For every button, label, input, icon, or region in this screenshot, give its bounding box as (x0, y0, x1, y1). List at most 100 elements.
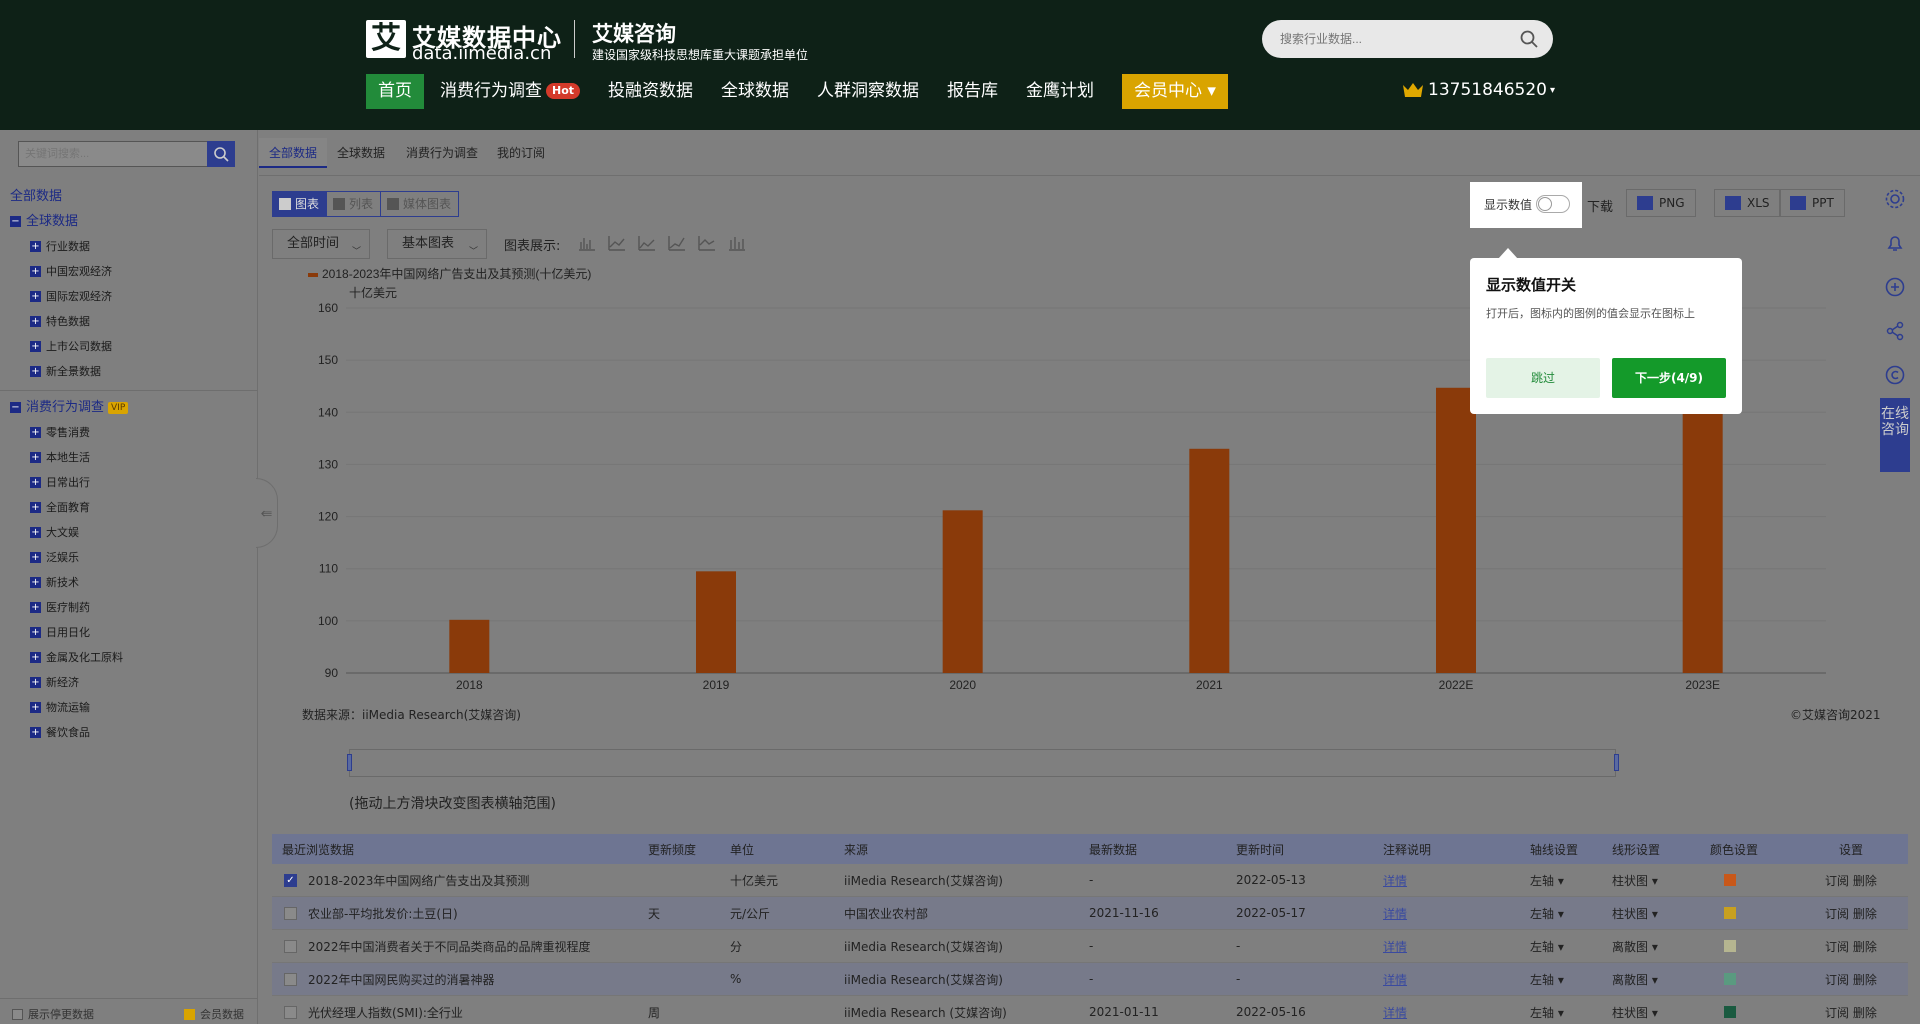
cell-actions[interactable]: 订阅 删除 (1825, 872, 1877, 889)
cell-axis[interactable]: 左轴 ▾ (1530, 872, 1564, 889)
cell-shape[interactable]: 离散图 ▾ (1612, 971, 1658, 988)
cell-axis[interactable]: 左轴 ▾ (1530, 905, 1564, 922)
color-swatch[interactable] (1724, 907, 1736, 919)
user-menu[interactable]: 13751846520 ▾ (1402, 80, 1555, 100)
range-slider-track[interactable] (349, 749, 1616, 777)
logo-icon[interactable]: 艾 (366, 20, 406, 58)
view-media-chart-button[interactable]: 媒体图表 (381, 192, 458, 216)
row-checkbox[interactable] (284, 906, 297, 920)
tree-item[interactable]: + 泛娱乐 (10, 545, 255, 570)
tree-item[interactable]: + 医疗制药 (10, 595, 255, 620)
tree-item[interactable]: + 物流运输 (10, 695, 255, 720)
tree-item[interactable]: + 新技术 (10, 570, 255, 595)
nav-golden-eagle[interactable]: 金鹰计划 (1026, 74, 1094, 109)
nav-crowd-insight[interactable]: 人群洞察数据 (817, 74, 919, 109)
row-checkbox[interactable]: ✓ (284, 873, 297, 887)
color-swatch[interactable] (1724, 973, 1736, 985)
cell-axis[interactable]: 左轴 ▾ (1530, 971, 1564, 988)
cell-actions[interactable]: 订阅 删除 (1825, 905, 1877, 922)
member-data-legend[interactable]: 会员数据 (184, 1006, 244, 1022)
cell-note[interactable]: 详情 (1383, 1004, 1407, 1021)
time-range-select[interactable]: 全部时间 ﹀ (272, 229, 370, 259)
bell-icon[interactable] (1884, 232, 1906, 254)
tree-item[interactable]: + 行业数据 (10, 234, 255, 259)
tree-item[interactable]: + 餐饮食品 (10, 720, 255, 745)
copyright-icon[interactable] (1884, 364, 1906, 386)
tab-all-data[interactable]: 全部数据 (259, 138, 328, 168)
cell-actions[interactable]: 订阅 删除 (1825, 971, 1877, 988)
add-circle-icon[interactable] (1884, 276, 1906, 298)
tree-item[interactable]: + 新经济 (10, 670, 255, 695)
show-values-switch[interactable] (1536, 195, 1570, 213)
global-search-input[interactable] (1280, 29, 1510, 49)
tree-item[interactable]: + 中国宏观经济 (10, 259, 255, 284)
cell-actions[interactable]: 订阅 删除 (1825, 938, 1877, 955)
nav-investment[interactable]: 投融资数据 (608, 74, 693, 109)
cell-shape[interactable]: 离散图 ▾ (1612, 938, 1658, 955)
tree-item[interactable]: + 日常出行 (10, 470, 255, 495)
download-xls-button[interactable]: XLS (1714, 189, 1781, 217)
nav-home[interactable]: 首页 (366, 74, 424, 109)
scatter-chart-icon[interactable] (667, 234, 687, 252)
cell-shape[interactable]: 柱状图 ▾ (1612, 872, 1658, 889)
tree-group-global[interactable]: − 全球数据 (10, 209, 255, 234)
view-chart-button[interactable]: 图表 (273, 192, 328, 216)
row-checkbox[interactable] (284, 972, 297, 986)
search-icon[interactable] (1519, 29, 1539, 49)
tree-item[interactable]: + 全面教育 (10, 495, 255, 520)
tree-item[interactable]: + 日用日化 (10, 620, 255, 645)
cell-shape[interactable]: 柱状图 ▾ (1612, 1004, 1658, 1021)
guide-skip-button[interactable]: 跳过 (1486, 358, 1600, 398)
row-checkbox[interactable] (284, 939, 297, 953)
tree-item[interactable]: + 大文娱 (10, 520, 255, 545)
color-swatch[interactable] (1724, 874, 1736, 886)
line-chart-icon[interactable] (607, 234, 627, 252)
switch-knob (1538, 197, 1552, 211)
tree-all-data[interactable]: 全部数据 (10, 184, 255, 209)
cell-actions[interactable]: 订阅 删除 (1825, 1004, 1877, 1021)
tab-global-data[interactable]: 全球数据 (337, 138, 385, 168)
cell-axis[interactable]: 左轴 ▾ (1530, 938, 1564, 955)
cell-note[interactable]: 详情 (1383, 905, 1407, 922)
color-swatch[interactable] (1724, 940, 1736, 952)
cell-axis[interactable]: 左轴 ▾ (1530, 1004, 1564, 1021)
cell-note[interactable]: 详情 (1383, 938, 1407, 955)
cell-note[interactable]: 详情 (1383, 971, 1407, 988)
stacked-chart-icon[interactable] (727, 234, 747, 252)
download-ppt-button[interactable]: PPT (1779, 189, 1845, 217)
online-consult-button[interactable]: 在线咨询 (1880, 398, 1910, 472)
combo-chart-icon[interactable] (697, 234, 717, 252)
tree-item[interactable]: + 本地生活 (10, 445, 255, 470)
tree-group-consumer[interactable]: − 消费行为调查 VIP (10, 395, 255, 420)
tree-item[interactable]: + 金属及化工原料 (10, 645, 255, 670)
tree-item[interactable]: + 新全景数据 (10, 359, 255, 384)
nav-reports[interactable]: 报告库 (947, 74, 998, 109)
nav-member-center[interactable]: 会员中心 ▾ (1122, 74, 1228, 109)
nav-consumer-survey[interactable]: 消费行为调查 Hot (440, 74, 581, 109)
bar-chart-icon[interactable] (577, 234, 597, 252)
guide-next-button[interactable]: 下一步(4/9) (1612, 358, 1726, 398)
show-discontinued-toggle[interactable]: 展示停更数据 (12, 1006, 94, 1022)
logo-url[interactable]: data.iimedia.cn (412, 43, 551, 64)
color-swatch[interactable] (1724, 1006, 1736, 1018)
settings-gear-icon[interactable] (1884, 188, 1906, 210)
download-png-button[interactable]: PNG (1626, 189, 1696, 217)
range-slider-right-handle[interactable] (1614, 754, 1619, 771)
tab-my-subscriptions[interactable]: 我的订阅 (497, 138, 545, 168)
share-icon[interactable] (1884, 320, 1906, 342)
chart-type-select[interactable]: 基本图表 ﹀ (387, 229, 487, 259)
tree-item[interactable]: + 上市公司数据 (10, 334, 255, 359)
tree-item[interactable]: + 零售消费 (10, 420, 255, 445)
tab-consumer-survey[interactable]: 消费行为调查 (406, 138, 478, 168)
sidebar-search-input[interactable] (19, 142, 207, 166)
cell-note[interactable]: 详情 (1383, 872, 1407, 889)
nav-global-data[interactable]: 全球数据 (721, 74, 789, 109)
sidebar-search-button[interactable] (207, 141, 235, 167)
tree-item[interactable]: + 国际宏观经济 (10, 284, 255, 309)
row-checkbox[interactable] (284, 1005, 297, 1019)
view-list-button[interactable]: 列表 (327, 192, 382, 216)
range-slider-left-handle[interactable] (347, 754, 352, 771)
area-chart-icon[interactable] (637, 234, 657, 252)
cell-shape[interactable]: 柱状图 ▾ (1612, 905, 1658, 922)
tree-item[interactable]: + 特色数据 (10, 309, 255, 334)
